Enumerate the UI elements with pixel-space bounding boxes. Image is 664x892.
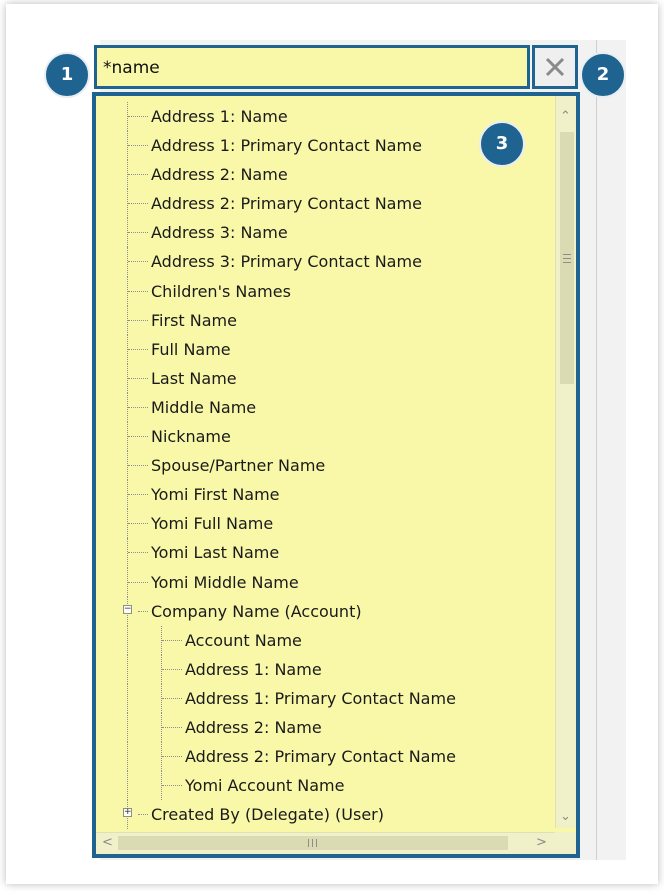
tree-item-label: Company Name (Account) [151, 601, 362, 621]
tree-item-label: Address 2: Name [185, 717, 322, 737]
close-icon [545, 57, 565, 77]
tree-item-label: Address 3: Primary Contact Name [151, 252, 422, 272]
grip-icon [563, 254, 571, 263]
tree-item[interactable]: Address 2: Name [96, 160, 555, 190]
horizontal-scrollbar[interactable]: < > [96, 832, 555, 854]
tree-item-label: Address 2: Primary Contact Name [185, 747, 456, 767]
tree-connector [127, 712, 128, 743]
tree-item-label: First Name [151, 310, 237, 330]
tree-item-label: Nickname [151, 427, 231, 447]
tree-item-label: Address 1: Name [185, 659, 322, 679]
tree-item[interactable]: Yomi Last Name [96, 538, 555, 568]
tree-item-label: Last Name [151, 368, 237, 388]
tree-child-item[interactable]: Yomi Account Name [96, 771, 555, 801]
tree-child-item[interactable]: Address 1: Name [96, 654, 555, 684]
tree-item-label: Address 1: Primary Contact Name [151, 136, 422, 156]
scrollbar-corner [555, 832, 576, 854]
tree-item-label: Address 1: Primary Contact Name [185, 688, 456, 708]
tree-item[interactable]: Yomi Middle Name [96, 567, 555, 597]
tree-connector [127, 742, 128, 772]
tree-item-label: Created By (Delegate) (User) [151, 805, 384, 825]
tree-item-label: Address 3: Name [151, 223, 288, 243]
tree-item-label: Children's Names [151, 281, 291, 301]
tree-item-label: Address 2: Primary Contact Name [151, 194, 422, 214]
search-field[interactable] [94, 45, 530, 89]
callout-badge-1: 1 [44, 52, 90, 98]
collapse-icon[interactable]: − [123, 604, 132, 614]
scroll-down-icon[interactable]: ⌄ [560, 810, 571, 824]
tree-item[interactable]: Yomi Full Name [96, 509, 555, 539]
tree-item[interactable]: First Name [96, 305, 555, 335]
tree-child-item[interactable]: Address 1: Primary Contact Name [96, 683, 555, 714]
tree-connector [127, 625, 128, 655]
tree-item-label: Address 1: Name [151, 107, 288, 126]
tree-item[interactable]: Spouse/Partner Name [96, 451, 555, 481]
field-tree[interactable]: Address 1: Name Address 1: Primary Contac… [92, 92, 580, 858]
tree-item-label: Yomi Middle Name [151, 572, 299, 592]
callout-badge-3: 3 [479, 121, 525, 167]
tree-item[interactable]: Children's Names [96, 276, 555, 306]
tree-item[interactable]: Full Name [96, 334, 555, 364]
scroll-right-icon[interactable]: > [536, 836, 547, 850]
tree-item[interactable]: Last Name [96, 363, 555, 394]
tree-item[interactable]: Address 3: Name [96, 218, 555, 248]
expand-icon[interactable]: + [123, 808, 132, 818]
tree-item-label: Yomi Account Name [185, 776, 345, 796]
tree-child-item[interactable]: Account Name [96, 625, 555, 655]
clear-search-button[interactable] [532, 45, 578, 89]
tree-item[interactable]: Yomi First Name [96, 480, 555, 510]
grip-icon [308, 839, 317, 847]
tree-list: Address 1: Name Address 1: Primary Contac… [96, 102, 555, 830]
panel-divider [596, 40, 597, 860]
tree-child-item[interactable]: Address 2: Name [96, 712, 555, 743]
tree-item[interactable]: Address 2: Primary Contact Name [96, 189, 555, 219]
tree-item-label: Account Name [185, 630, 302, 650]
tree-item[interactable]: Address 3: Primary Contact Name [96, 247, 555, 277]
tree-item-label: Yomi Full Name [151, 514, 274, 534]
tree-item-label: Address 2: Name [151, 165, 288, 185]
tree-item[interactable]: Middle Name [96, 392, 555, 423]
vertical-scroll-thumb[interactable] [560, 132, 574, 384]
tree-child-item[interactable]: Address 2: Primary Contact Name [96, 742, 555, 772]
callout-badge-2: 2 [580, 52, 626, 98]
scroll-up-icon[interactable]: ⌃ [560, 110, 571, 124]
tree-item-label: Yomi First Name [151, 485, 280, 505]
tree-connector [127, 771, 128, 801]
tree-item-label: Spouse/Partner Name [151, 456, 326, 476]
tree-item[interactable]: + Created By (Delegate) (User) [96, 800, 555, 830]
tree-item[interactable]: − Company Name (Account) [96, 596, 555, 626]
search-input[interactable] [103, 53, 523, 83]
tree-connector [127, 683, 128, 713]
tree-item-label: Full Name [151, 339, 231, 359]
tree-connector [127, 654, 128, 684]
horizontal-scroll-thumb[interactable] [118, 836, 508, 850]
vertical-scrollbar[interactable]: ⌃ ⌄ [555, 96, 576, 828]
tree-item-label: Middle Name [151, 397, 257, 417]
tree-item[interactable]: Nickname [96, 422, 555, 452]
scroll-left-icon[interactable]: < [102, 836, 113, 850]
tree-item-label: Yomi Last Name [151, 543, 280, 563]
